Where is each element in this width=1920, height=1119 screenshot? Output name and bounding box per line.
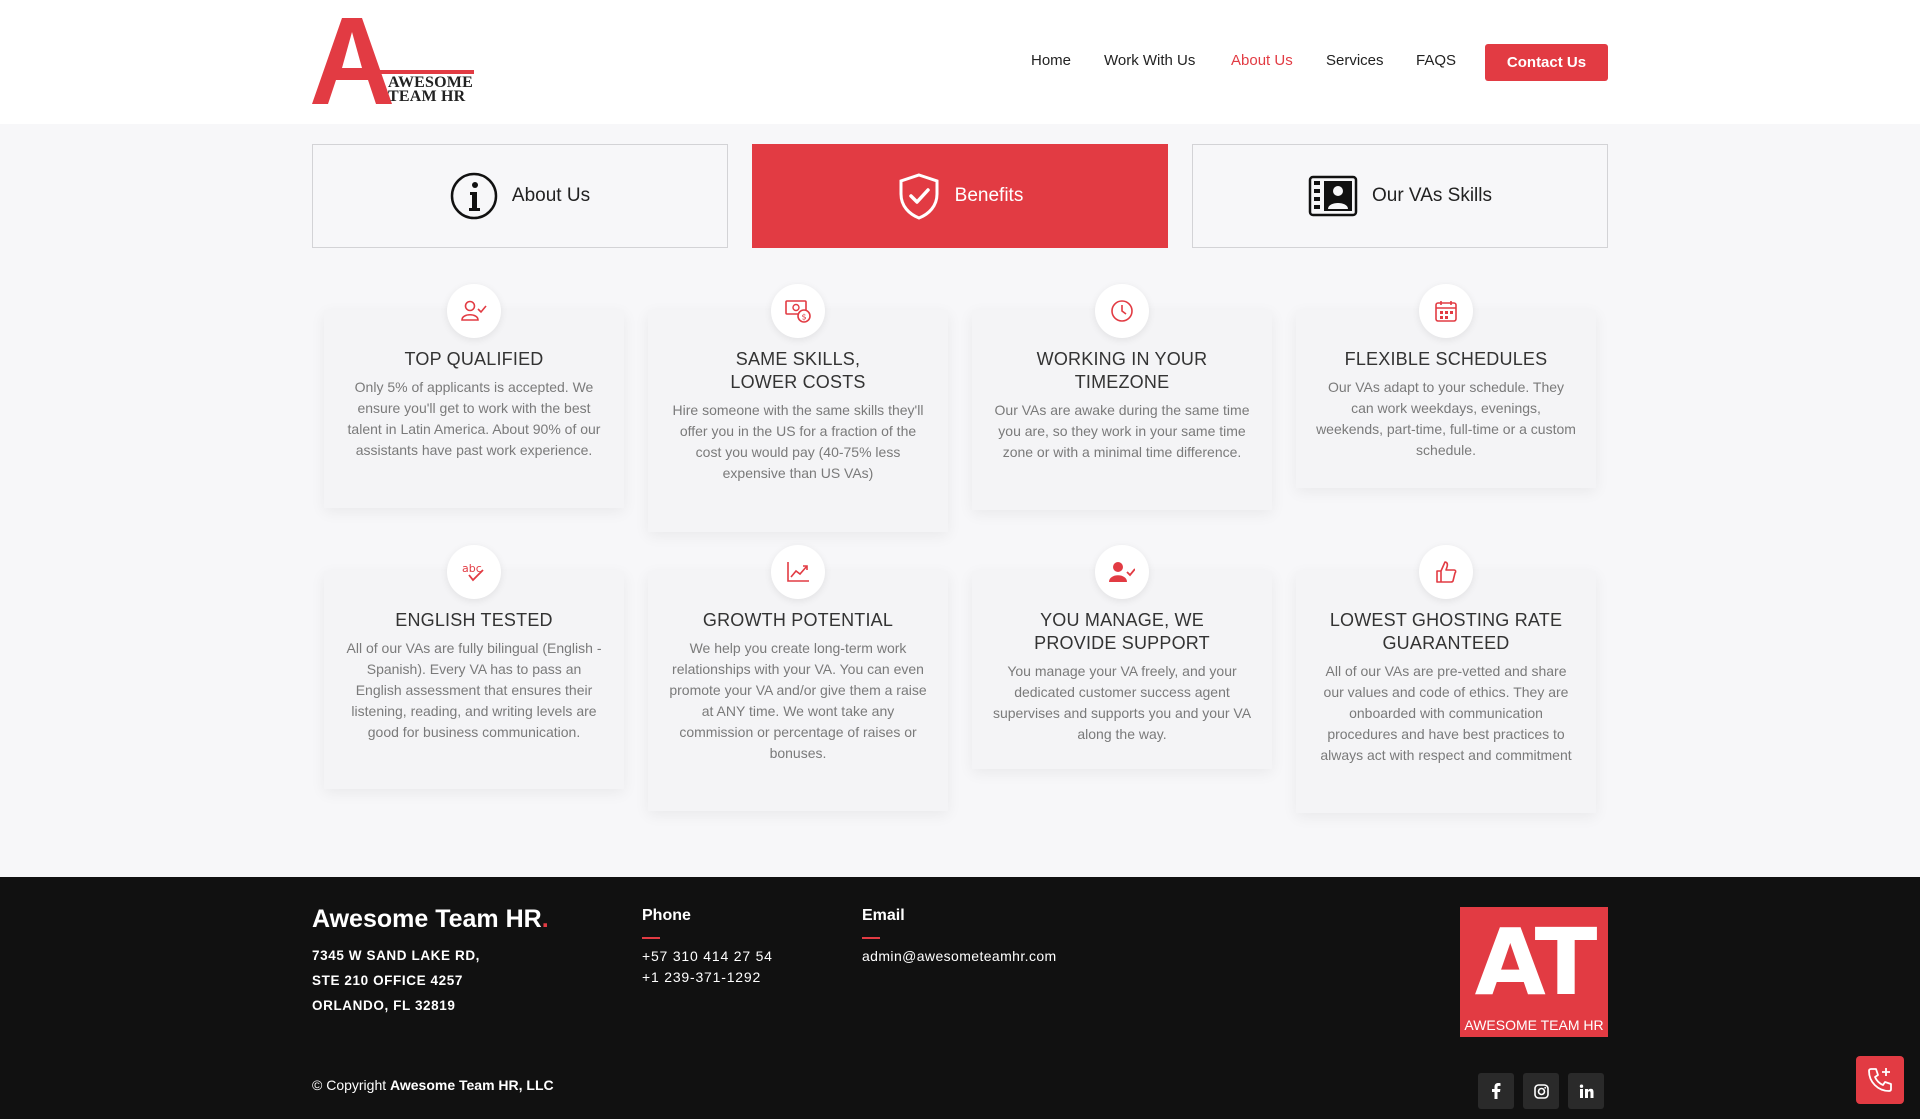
site-logo[interactable]: AWESOME TEAM HR bbox=[312, 18, 474, 106]
tab-our-vas-skills[interactable]: Our VAs Skills bbox=[1192, 144, 1608, 248]
thumbs-up-icon bbox=[1419, 545, 1473, 599]
card-title-line-2: TIMEZONE bbox=[1074, 372, 1170, 392]
card-text: Only 5% of applicants is accepted. We en… bbox=[347, 379, 601, 458]
phone-number-2[interactable]: +1 239-371-1292 bbox=[642, 969, 761, 985]
card-title-line-1: LOWEST GHOSTING RATE bbox=[1329, 610, 1563, 630]
nav-home[interactable]: Home bbox=[1031, 52, 1071, 69]
card-title: ENGLISH TESTED bbox=[395, 610, 553, 630]
benefit-card-top-qualified: TOP QUALIFIED Only 5% of applicants is a… bbox=[324, 284, 624, 508]
benefit-card-growth-potential: GROWTH POTENTIAL We help you create long… bbox=[648, 545, 948, 811]
svg-text:$: $ bbox=[801, 313, 806, 322]
footer-logo: AT AWESOME TEAM HR bbox=[1460, 907, 1608, 1037]
tab-about-us[interactable]: About Us bbox=[312, 144, 728, 248]
copyright: © Copyright Awesome Team HR, LLC bbox=[312, 1077, 554, 1093]
facebook-icon[interactable] bbox=[1478, 1073, 1514, 1109]
card-title: FLEXIBLE SCHEDULES bbox=[1344, 349, 1548, 369]
instagram-icon[interactable] bbox=[1523, 1073, 1559, 1109]
card-title: GROWTH POTENTIAL bbox=[702, 610, 894, 630]
card-title-line-1: YOU MANAGE, WE bbox=[1040, 610, 1204, 630]
copyright-owner: Awesome Team HR, LLC bbox=[390, 1077, 554, 1093]
card-title-line-2: LOWER COSTS bbox=[730, 372, 866, 392]
card-title-line-2: GUARANTEED bbox=[1382, 633, 1510, 653]
card-title-line-1: SAME SKILLS, bbox=[735, 349, 861, 369]
tab-label: Benefits bbox=[954, 185, 1024, 206]
footer-logo-mark: AT bbox=[1474, 909, 1598, 1016]
id-card-icon bbox=[1308, 175, 1358, 217]
site-header: AWESOME TEAM HR Home Work With Us About … bbox=[0, 0, 1920, 124]
footer-address: 7345 W SAND LAKE RD, STE 210 OFFICE 4257… bbox=[312, 943, 480, 1018]
logo-wordmark: AWESOME TEAM HR bbox=[388, 75, 473, 105]
card-title: LOWEST GHOSTING RATE GUARANTEED bbox=[1316, 609, 1576, 655]
site-footer: Awesome Team HR. 7345 W SAND LAKE RD, ST… bbox=[0, 877, 1920, 1119]
card-text: All of our VAs are fully bilingual (Engl… bbox=[346, 640, 602, 740]
chart-up-icon bbox=[771, 545, 825, 599]
linkedin-icon[interactable] bbox=[1568, 1073, 1604, 1109]
phone-number-1[interactable]: +57 310 414 27 54 bbox=[642, 948, 773, 964]
shield-check-icon bbox=[899, 173, 939, 220]
phone-plus-icon bbox=[1868, 1068, 1892, 1092]
card-title-line-2: PROVIDE SUPPORT bbox=[1034, 633, 1210, 653]
card-title-line-1: WORKING IN YOUR bbox=[1036, 349, 1208, 369]
tab-label: About Us bbox=[511, 185, 591, 206]
card-title: SAME SKILLS, LOWER COSTS bbox=[668, 348, 928, 394]
card-text: All of our VAs are pre-vetted and share … bbox=[1320, 663, 1572, 763]
phone-heading: Phone bbox=[642, 907, 691, 924]
info-icon bbox=[450, 172, 498, 220]
card-text: Our VAs adapt to your schedule. They can… bbox=[1316, 379, 1576, 458]
logo-line-2: TEAM HR bbox=[388, 88, 466, 105]
card-text: We help you create long-term work relati… bbox=[669, 640, 927, 761]
nav-faqs[interactable]: FAQS bbox=[1416, 52, 1456, 69]
call-button[interactable] bbox=[1856, 1056, 1904, 1104]
money-icon: $ bbox=[771, 284, 825, 338]
phone-heading-rule bbox=[642, 937, 660, 939]
address-line: ORLANDO, FL 32819 bbox=[312, 998, 456, 1013]
user-check-icon bbox=[447, 284, 501, 338]
abc-check-icon: abc bbox=[447, 545, 501, 599]
card-title: WORKING IN YOUR TIMEZONE bbox=[992, 348, 1252, 394]
card-text: You manage your VA freely, and your dedi… bbox=[992, 663, 1252, 742]
tab-benefits[interactable]: Benefits bbox=[752, 144, 1168, 248]
tab-label: Our VAs Skills bbox=[1371, 185, 1492, 206]
email-link[interactable]: admin@awesometeamhr.com bbox=[862, 948, 1057, 964]
nav-services[interactable]: Services bbox=[1326, 52, 1384, 69]
copyright-prefix: © Copyright bbox=[312, 1077, 387, 1093]
footer-logo-text: AWESOME TEAM HR bbox=[1464, 1017, 1604, 1033]
user-support-icon bbox=[1095, 545, 1149, 599]
nav-about-us[interactable]: About Us bbox=[1231, 52, 1293, 69]
benefit-card-english-tested: abc ENGLISH TESTED All of our VAs are fu… bbox=[324, 545, 624, 789]
benefit-card-you-manage: YOU MANAGE, WE PROVIDE SUPPORT You manage… bbox=[972, 545, 1272, 769]
address-line: STE 210 OFFICE 4257 bbox=[312, 973, 463, 988]
card-text: Hire someone with the same skills they'l… bbox=[672, 402, 924, 481]
benefit-card-flexible-schedules: FLEXIBLE SCHEDULES Our VAs adapt to your… bbox=[1296, 284, 1596, 488]
footer-brand-name: Awesome Team HR bbox=[312, 905, 542, 933]
clock-icon bbox=[1095, 284, 1149, 338]
benefit-card-lowest-ghosting: LOWEST GHOSTING RATE GUARANTEED All of ou… bbox=[1296, 545, 1596, 813]
nav-work-with-us[interactable]: Work With Us bbox=[1104, 52, 1195, 69]
footer-brand-dot: . bbox=[541, 905, 549, 933]
card-title: YOU MANAGE, WE PROVIDE SUPPORT bbox=[992, 609, 1252, 655]
address-line: 7345 W SAND LAKE RD, bbox=[312, 948, 481, 963]
card-title: TOP QUALIFIED bbox=[404, 349, 544, 369]
contact-us-button[interactable]: Contact Us bbox=[1485, 44, 1608, 81]
card-text: Our VAs are awake during the same time y… bbox=[994, 402, 1250, 460]
benefit-card-timezone: WORKING IN YOUR TIMEZONE Our VAs are awak… bbox=[972, 284, 1272, 510]
benefit-card-same-skills: $ SAME SKILLS, LOWER COSTS Hire someone w… bbox=[648, 284, 948, 532]
email-heading-rule bbox=[862, 937, 880, 939]
footer-brand: Awesome Team HR. bbox=[312, 905, 549, 934]
calendar-icon bbox=[1419, 284, 1473, 338]
email-heading: Email bbox=[862, 907, 905, 924]
